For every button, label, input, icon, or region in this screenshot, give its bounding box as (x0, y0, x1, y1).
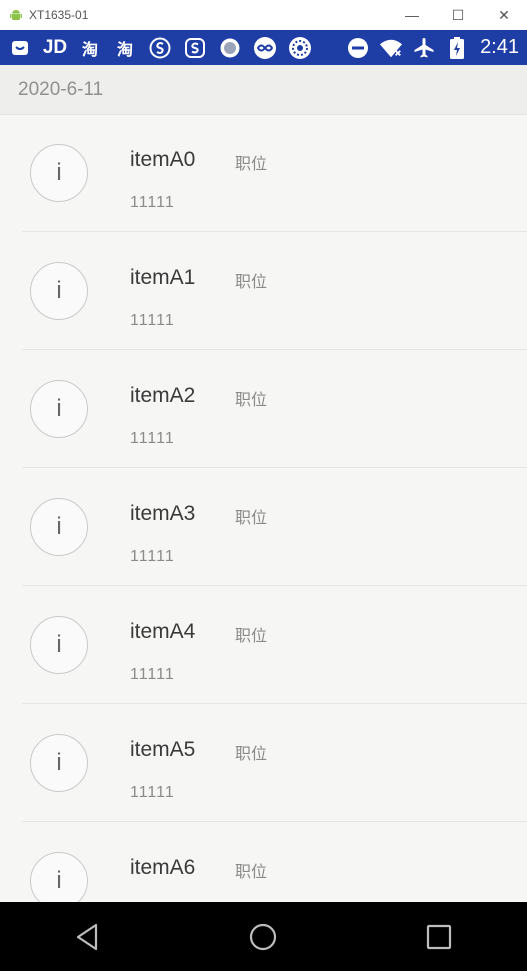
maximize-button[interactable]: ☐ (435, 0, 481, 30)
item-name: itemA3 (130, 502, 196, 525)
list-item[interactable]: i itemA0 职位 11111 (0, 114, 527, 232)
window-title: XT1635-01 (29, 8, 89, 22)
date-header: 2020-6-11 (0, 65, 527, 115)
sogou-s-icon (183, 36, 207, 60)
list-item[interactable]: i itemA1 职位 11111 (0, 232, 527, 350)
item-position: 职位 (235, 392, 268, 409)
item-number: 11111 (130, 784, 175, 801)
taobao-icon: 淘 (116, 41, 133, 59)
recents-icon (427, 924, 452, 949)
sogou-icon (148, 36, 172, 60)
taobao-icon: 淘 (81, 41, 98, 59)
item-list[interactable]: i itemA0 职位 11111 i itemA1 职位 11111 i it… (0, 114, 527, 902)
recents-button[interactable] (409, 907, 469, 967)
navigation-bar (0, 902, 527, 971)
avatar: i (30, 144, 88, 202)
settings-icon (288, 36, 312, 60)
avatar: i (30, 734, 88, 792)
item-position: 职位 (235, 864, 268, 881)
do-not-disturb-icon (346, 36, 370, 60)
jd-icon: JD (42, 36, 68, 58)
airplane-icon (412, 36, 436, 60)
item-number: 11111 (130, 548, 175, 565)
circle-icon (218, 36, 242, 60)
item-name: itemA2 (130, 384, 196, 407)
item-position: 职位 (235, 274, 268, 291)
home-icon (250, 923, 277, 950)
item-name: itemA5 (130, 738, 196, 761)
back-icon (76, 923, 97, 950)
home-button[interactable] (233, 907, 293, 967)
avatar: i (30, 380, 88, 438)
avatar: i (30, 498, 88, 556)
minimize-button[interactable]: — (389, 0, 435, 30)
item-number: 11111 (130, 194, 175, 211)
avatar: i (30, 852, 88, 902)
date-label: 2020-6-11 (18, 78, 104, 100)
list-item[interactable]: i itemA5 职位 11111 (0, 704, 527, 822)
wifi-icon (379, 36, 403, 60)
back-button[interactable] (58, 907, 118, 967)
status-bar: JD 淘 淘 2:41 (0, 30, 527, 65)
item-position: 职位 (235, 746, 268, 763)
item-number: 11111 (130, 312, 175, 329)
avatar: i (30, 262, 88, 320)
item-number: 11111 (130, 666, 175, 683)
avatar: i (30, 616, 88, 674)
list-item[interactable]: i itemA2 职位 11111 (0, 350, 527, 468)
list-item[interactable]: i itemA4 职位 11111 (0, 586, 527, 704)
item-position: 职位 (235, 628, 268, 645)
android-icon (10, 10, 22, 20)
item-number: 11111 (130, 430, 175, 447)
battery-charging-icon (445, 36, 469, 60)
window-titlebar: XT1635-01 — ☐ ✕ (0, 0, 527, 30)
item-position: 职位 (235, 510, 268, 527)
message-icon (8, 36, 32, 60)
clock: 2:41 (480, 36, 519, 58)
item-name: itemA4 (130, 620, 196, 643)
list-item[interactable]: i itemA3 职位 11111 (0, 468, 527, 586)
infinity-icon (253, 36, 277, 60)
list-item[interactable]: i itemA6 职位 (0, 822, 527, 902)
item-name: itemA1 (130, 266, 196, 289)
item-name: itemA0 (130, 148, 196, 171)
item-position: 职位 (235, 156, 268, 173)
close-button[interactable]: ✕ (481, 0, 527, 30)
item-name: itemA6 (130, 856, 196, 879)
